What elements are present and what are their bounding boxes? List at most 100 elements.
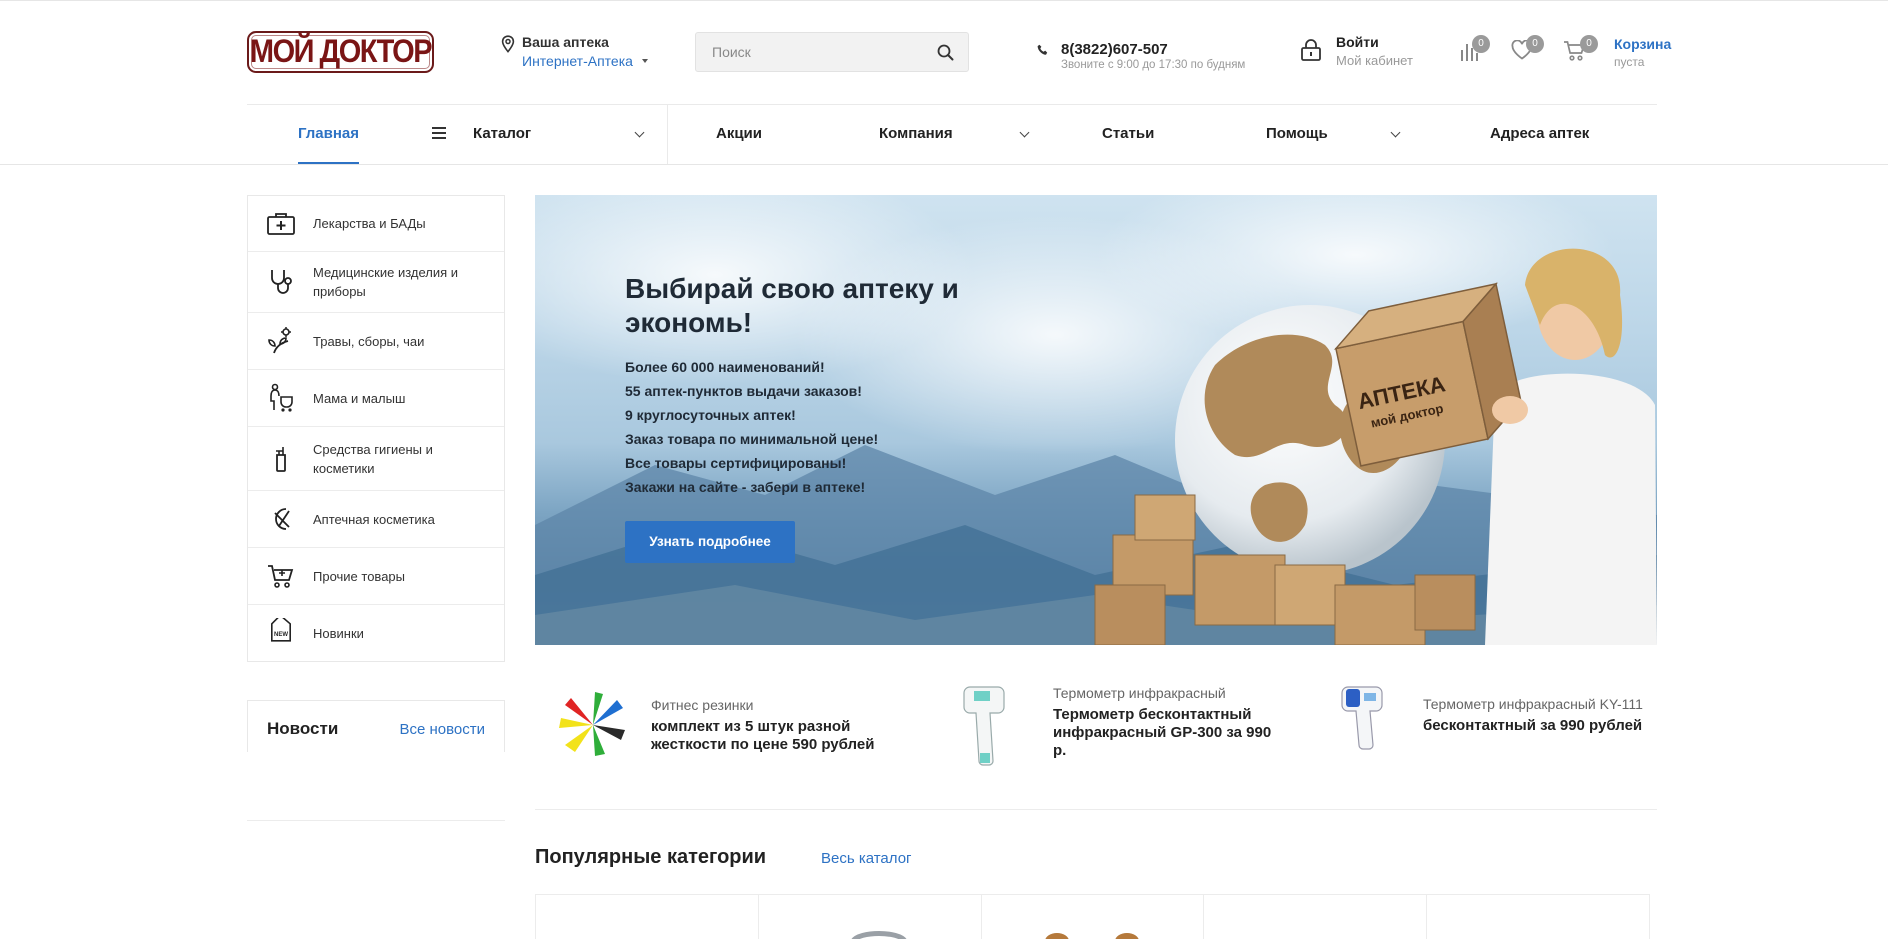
- sidebar-item-label: Мама и малыш: [313, 390, 406, 406]
- sidebar-item-label: Средства гигиены и косметики: [313, 441, 433, 476]
- banner-benefit: 55 аптек-пунктов выдачи заказов!: [625, 383, 862, 399]
- news-divider: [247, 820, 505, 821]
- banner-benefit: 9 круглосуточных аптек!: [625, 407, 796, 423]
- cart-summary[interactable]: Корзина пуста: [1614, 36, 1671, 69]
- search-icon[interactable]: [937, 44, 954, 61]
- logo-text: МОЙ ДОКТОР: [249, 33, 433, 70]
- lock-icon: [1301, 39, 1321, 61]
- popular-categories-title: Популярные категории: [535, 846, 767, 868]
- mother-stroller-icon: [270, 383, 293, 412]
- sidebar-item-label: Медицинские изделия и приборы: [313, 265, 459, 299]
- pharmacy-value[interactable]: Интернет-Аптека: [522, 53, 633, 69]
- sidebar-item-label: Новинки: [313, 625, 364, 641]
- nav-help[interactable]: Помощь: [1266, 125, 1328, 142]
- stethoscope-icon: [271, 270, 292, 294]
- category-card[interactable]: [536, 895, 759, 939]
- login-title[interactable]: Войти: [1336, 34, 1379, 50]
- phone-hours: Звоните с 9:00 до 17:30 по будням: [1061, 59, 1246, 71]
- banner-title-line: экономь!: [625, 307, 753, 338]
- popular-categories-grid: [535, 894, 1650, 939]
- search-input[interactable]: [712, 42, 912, 62]
- learn-more-button[interactable]: Узнать подробнее: [625, 521, 795, 563]
- promo-thermometer-ky111[interactable]: Термометр инфракрасный KY-111 бесконтакт…: [1340, 683, 1660, 753]
- category-card[interactable]: [759, 895, 982, 939]
- nav-catalog[interactable]: Каталог: [473, 125, 531, 142]
- category-card[interactable]: [1427, 895, 1650, 939]
- all-news-link[interactable]: Все новости: [399, 721, 485, 738]
- sidebar-item-medicines[interactable]: Лекарства и БАДы: [248, 196, 504, 252]
- nav-company[interactable]: Компания: [879, 125, 953, 142]
- sidebar-item-label: Аптечная косметика: [313, 511, 435, 527]
- promo-title-line: инфракрасный GP-300 за 990: [1053, 724, 1272, 741]
- banner-title-line: Выбирай свою аптеку и: [625, 273, 959, 304]
- sidebar-item-mother-baby[interactable]: Мама и малыш: [248, 370, 504, 427]
- category-image: [851, 931, 907, 939]
- herbs-icon: [268, 327, 291, 354]
- hero-banner[interactable]: АПТЕКА мой доктор Выбирай свою аптеку и …: [535, 195, 1657, 645]
- sidebar-item-medical-devices[interactable]: Медицинские изделия и приборы: [248, 252, 504, 313]
- news-block: Новости Все новости: [247, 700, 505, 752]
- svg-text:NEW: NEW: [274, 632, 288, 638]
- banner-benefits: Более 60 000 наименований! 55 аптек-пунк…: [625, 355, 878, 499]
- search-box: [695, 32, 969, 72]
- sidebar-item-label: Прочие товары: [313, 568, 405, 584]
- cart-button[interactable]: 0: [1563, 35, 1598, 67]
- promo-title: бесконтактный за 990 рублей: [1423, 717, 1642, 735]
- promo-title-line: Термометр бесконтактный: [1053, 706, 1252, 723]
- promo-thermometer-gp300[interactable]: Термометр инфракрасный Термометр бесконт…: [960, 683, 1280, 768]
- nav-promotions[interactable]: Акции: [716, 125, 762, 142]
- promo-subtitle: Фитнес резинки: [651, 697, 754, 713]
- nav-divider-bottom: [0, 164, 1888, 165]
- compare-count-badge: 0: [1472, 35, 1490, 53]
- nav-addresses[interactable]: Адреса аптек: [1490, 125, 1589, 142]
- catalog-sidebar: Лекарства и БАДы Медицинские изделия и п…: [247, 195, 505, 662]
- banner-benefit: Все товары сертифицированы!: [625, 455, 847, 471]
- category-image: [1044, 933, 1139, 939]
- sidebar-item-other-goods[interactable]: Прочие товары: [248, 548, 504, 605]
- chevron-down-icon: [1019, 127, 1030, 138]
- nav-active-indicator: [298, 162, 359, 164]
- sidebar-item-pharmacy-cosmetics[interactable]: Аптечная косметика: [248, 491, 504, 548]
- news-title: Новости: [267, 719, 339, 738]
- site-logo[interactable]: МОЙ ДОКТОР: [247, 31, 434, 73]
- nav-home[interactable]: Главная: [298, 125, 359, 142]
- sidebar-item-herbs[interactable]: Травы, сборы, чаи: [248, 313, 504, 370]
- cart-status: пуста: [1614, 55, 1645, 69]
- category-card[interactable]: [1204, 895, 1428, 939]
- banner-title: Выбирай свою аптеку и экономь!: [625, 272, 959, 340]
- cart-count-badge: 0: [1580, 35, 1598, 53]
- favorites-button[interactable]: 0: [1511, 35, 1544, 65]
- thermometer-image: [1341, 686, 1383, 750]
- thermometer-image: [963, 686, 1005, 766]
- cosmetics-icon: [274, 508, 290, 530]
- menu-icon: [432, 127, 446, 142]
- chevron-down-icon: [1390, 127, 1401, 138]
- first-aid-kit-icon: [267, 212, 295, 235]
- nav-articles[interactable]: Статьи: [1102, 125, 1154, 142]
- section-divider: [535, 809, 1657, 810]
- promo-title-line: жесткости по цене 590 рублей: [651, 736, 875, 753]
- favorites-count-badge: 0: [1526, 35, 1544, 53]
- promo-title-line: комплект из 5 штук разной: [651, 718, 851, 735]
- banner-benefit: Заказ товара по минимальной цене!: [625, 431, 879, 447]
- promo-subtitle: Термометр инфракрасный: [1053, 685, 1226, 701]
- promo-title: комплект из 5 штук разной жесткости по ц…: [651, 718, 874, 754]
- cart-title[interactable]: Корзина: [1614, 36, 1671, 52]
- nav-divider-top: [247, 104, 1657, 105]
- category-card[interactable]: [982, 895, 1205, 939]
- compare-button[interactable]: 0: [1459, 35, 1490, 67]
- phone-number[interactable]: 8(3822)607-507: [1061, 41, 1168, 58]
- promo-title: Термометр бесконтактный инфракрасный GP-…: [1053, 706, 1271, 760]
- sidebar-item-label: Лекарства и БАДы: [313, 216, 426, 231]
- promo-subtitle: Термометр инфракрасный KY-111: [1423, 696, 1643, 712]
- full-catalog-link[interactable]: Весь каталог: [821, 850, 912, 867]
- new-tag-icon: NEW: [271, 618, 291, 642]
- location-pin-icon: [501, 35, 515, 53]
- promo-fitness-bands[interactable]: Фитнес резинки комплект из 5 штук разной…: [555, 690, 895, 760]
- promo-title-line: бесконтактный за 990 рублей: [1423, 717, 1643, 734]
- fitness-bands-image: [559, 692, 625, 756]
- sidebar-item-hygiene[interactable]: Средства гигиены и косметики: [248, 427, 504, 491]
- sidebar-item-new[interactable]: NEW Новинки: [248, 605, 504, 661]
- top-border: [0, 0, 1888, 1]
- nav-separator: [667, 105, 668, 164]
